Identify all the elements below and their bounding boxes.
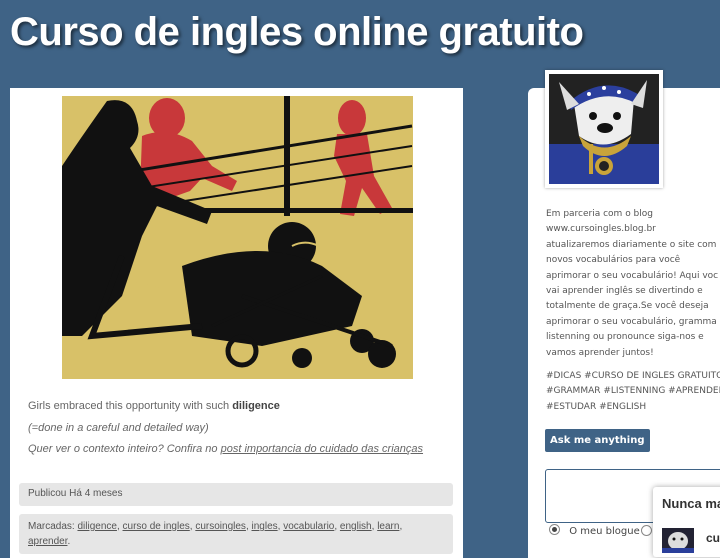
description-line: aprimorar o seu vocabulário, gramma	[546, 316, 717, 327]
post-line-3: Quer ver o contexto inteiro? Confira no …	[28, 443, 458, 455]
tag-link[interactable]: aprender	[28, 536, 67, 547]
tag-link[interactable]: cursoingles	[195, 521, 246, 532]
post-line-1-text: Girls embraced this opportunity with suc…	[28, 400, 233, 412]
hashtag-line: #GRAMMAR #LISTENNING #APRENDER	[546, 386, 720, 397]
popup-title: Nunca ma	[662, 496, 720, 511]
site-title[interactable]: Curso de ingles online gratuito	[10, 10, 584, 55]
radio-option-blog[interactable]: O meu blogue	[549, 524, 640, 537]
radio-unselected-icon[interactable]	[641, 525, 652, 536]
post-keyword: diligence	[232, 400, 280, 412]
blog-hashtags: #DICAS #CURSO DE INGLES GRATUITO #GRAMMA…	[546, 369, 720, 415]
description-line: vai aprender inglês se divertindo e	[546, 286, 703, 297]
tag-link[interactable]: diligence	[77, 521, 116, 532]
follow-popup: Nunca ma cu	[653, 487, 720, 557]
tags-label: Marcadas:	[28, 521, 78, 532]
tag-link[interactable]: curso de ingles	[123, 521, 190, 532]
post-line-2: (=done in a careful and detailed way)	[28, 422, 209, 434]
ask-me-anything-button[interactable]: Ask me anything	[545, 429, 650, 452]
description-line: www.cursoingles.blog.br	[546, 224, 656, 235]
tag-link[interactable]: ingles	[252, 521, 278, 532]
description-line: atualizaremos diariamente o site com	[546, 239, 717, 250]
post-context-link[interactable]: post importancia do cuidado das crianças	[221, 443, 423, 455]
description-line: aprimorar o seu vocabulário! Aqui voc	[546, 270, 719, 281]
post-line-3-text: Quer ver o contexto inteiro? Confira no	[28, 443, 221, 455]
bulldog-avatar-icon[interactable]	[549, 74, 659, 184]
description-line: listenning ou pronounce siga-nos e	[546, 332, 704, 343]
post-card: Girls embraced this opportunity with suc…	[10, 88, 463, 558]
hashtag-line: #ESTUDAR #ENGLISH	[546, 401, 647, 412]
radio-label[interactable]: O meu blogue	[569, 526, 640, 537]
description-line: Em parceria com o blog	[546, 209, 653, 219]
hashtag-line: #DICAS #CURSO DE INGLES GRATUITO	[546, 371, 720, 381]
tag-link[interactable]: learn	[377, 521, 399, 532]
post-illustration-image[interactable]	[62, 96, 413, 379]
bulldog-thumbnail-icon[interactable]	[662, 528, 694, 553]
description-line: novos vocabulários para você	[546, 255, 681, 266]
tag-link[interactable]: vocabulario	[283, 521, 334, 532]
description-line: totalmente de graça.Se você deseja	[546, 301, 709, 312]
tag-link[interactable]: english	[340, 521, 372, 532]
blog-description: Em parceria com o blog www.cursoingles.b…	[546, 207, 720, 361]
published-text[interactable]: Publicou Há 4 meses	[28, 488, 123, 499]
radio-selected-icon[interactable]	[549, 524, 560, 535]
published-bar[interactable]: Publicou Há 4 meses	[19, 483, 453, 506]
tags-bar: Marcadas: diligence, curso de ingles, cu…	[19, 514, 453, 554]
popup-username[interactable]: cu	[706, 531, 720, 545]
post-line-1: Girls embraced this opportunity with suc…	[28, 400, 458, 412]
description-line: vamos aprender juntos!	[546, 347, 654, 358]
avatar[interactable]	[545, 70, 663, 188]
